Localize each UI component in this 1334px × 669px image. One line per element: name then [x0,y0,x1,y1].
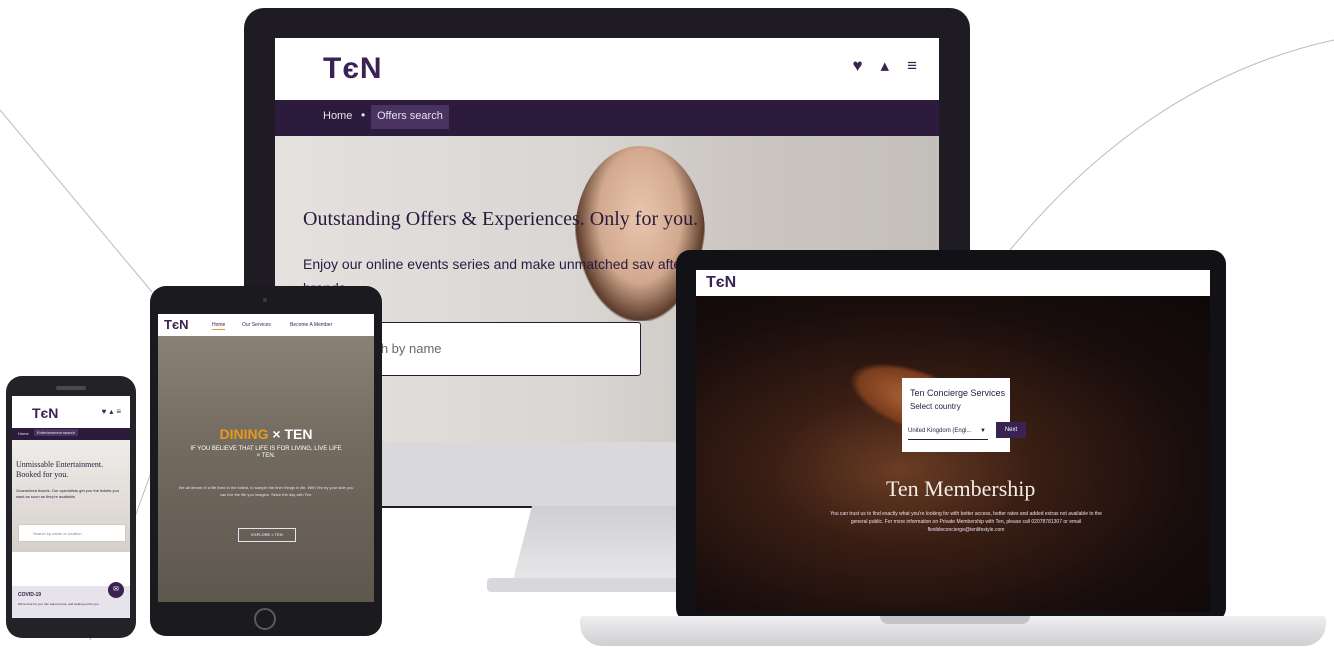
phone-search-input[interactable]: Search by name or location [18,524,126,542]
chevron-down-icon: ▼ [980,428,986,434]
tablet-dining-heading: DINING × TEN [158,426,374,442]
desktop-search-input[interactable]: rch by name [359,322,641,376]
dining-accent-text: DINING [219,426,269,442]
country-select-card: Ten Concierge Services Select country Un… [902,378,1010,452]
heart-icon[interactable]: ♥ [852,56,862,76]
menu-icon[interactable]: ≡ [907,56,917,76]
laptop-notch [880,616,1030,624]
laptop-logo[interactable]: TєN [706,274,736,292]
breadcrumb-home-link[interactable]: Home [323,110,352,122]
laptop-hero-bg [696,296,1210,612]
tablet-nav-home[interactable]: Home [212,322,226,330]
country-select[interactable]: United Kingdom (Engl... ▼ [908,426,988,440]
breadcrumb-current: Entertainment search [34,429,79,436]
phone-screen: TєN ♥▴≡ Home Entertainment search Unmiss… [12,396,130,618]
desktop-logo[interactable]: TєN [323,52,383,86]
tablet-screen: TєN Home Our Services Become A Member DI… [158,314,374,602]
phone-hero: Unmissable Entertainment. Booked for you… [12,440,130,552]
membership-heading: Ten Membership [886,476,1036,501]
desktop-header: TєN ♥ ▴ ≡ [275,38,939,100]
phone-speaker [56,386,86,390]
tablet-hero-bg [158,336,374,602]
breadcrumb-home-link[interactable]: Home [18,431,29,436]
phone-headline: Unmissable Entertainment. Booked for you… [16,460,104,479]
phone-header-icons: ♥▴≡ [102,407,124,416]
tablet-logo[interactable]: TєN [164,317,189,332]
card-subtitle: Select country [910,402,961,411]
search-placeholder: Search by name or location [33,531,82,536]
breadcrumb-current: Offers search [371,105,449,129]
desktop-monitor-stand [513,506,703,580]
phone-header: TєN ♥▴≡ [12,396,130,428]
breadcrumb-separator: • [361,108,366,122]
tablet-camera [263,298,267,302]
membership-text: You can trust us to find exactly what yo… [830,511,1102,533]
desktop-breadcrumb: Home • Offers search [275,100,939,136]
country-select-value: United Kingdom (Engl... [908,428,972,434]
tablet-paragraph: We all dream of a life lived in the full… [178,485,354,497]
dining-brand-text: × TEN [272,426,313,442]
tablet-home-button [254,608,276,630]
tablet-nav-services[interactable]: Our Services [242,322,271,328]
laptop-header: TєN [696,270,1210,296]
laptop-screen: TєN Ten Concierge Services Select countr… [696,270,1210,612]
tablet-tagline: IF YOU BELIEVE THAT LIFE IS FOR LIVING, … [190,446,342,459]
user-icon[interactable]: ▴ [881,56,890,76]
phone-subtext: Guaranteed tickets. Our specialists get … [16,488,119,499]
covid-title: COVID-19 [18,592,42,598]
tablet-header: TєN Home Our Services Become A Member [158,314,374,336]
explore-button[interactable]: EXPLORE × TEN [238,528,296,542]
phone-logo[interactable]: TєN [32,405,58,421]
menu-icon[interactable]: ≡ [116,407,124,416]
phone-breadcrumb: Home Entertainment search [12,428,130,440]
card-title: Ten Concierge Services [910,388,1006,398]
tablet-nav-member[interactable]: Become A Member [290,322,332,328]
desktop-headline: Outstanding Offers & Experiences. Only f… [303,208,699,230]
desktop-header-icons: ♥ ▴ ≡ [852,56,917,76]
chat-icon[interactable]: ✉ [108,582,124,598]
next-button[interactable]: Next [996,422,1026,438]
covid-text: We're here for you. Our team is here, an… [18,602,100,606]
